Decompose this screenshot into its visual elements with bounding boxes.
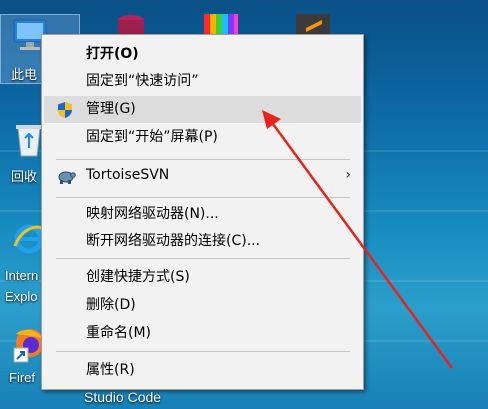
annotation-arrow [262,110,454,369]
annotation-arrow-line [271,123,454,369]
annotation-arrow-head [262,110,281,129]
